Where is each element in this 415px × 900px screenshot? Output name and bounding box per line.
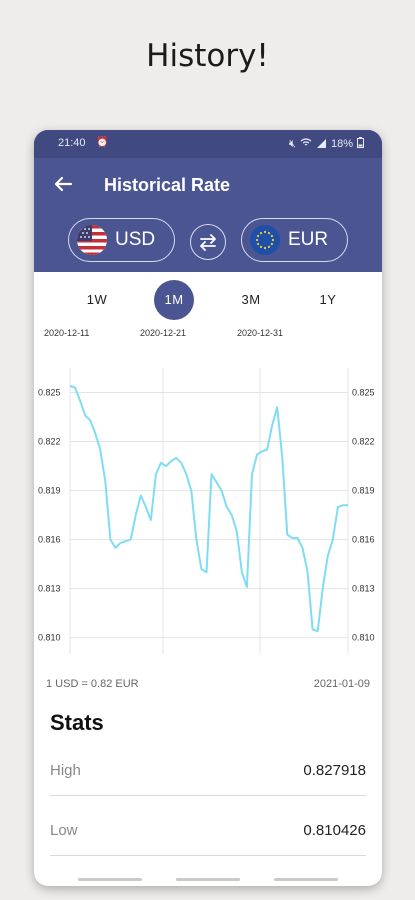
rate-line-series [69, 385, 348, 633]
to-currency-button[interactable]: EUR [241, 218, 348, 262]
y-tick-label-left: 0.810 [38, 633, 61, 643]
range-1y[interactable]: 1Y [308, 280, 348, 320]
swap-arrows-icon [200, 234, 216, 251]
rate-summary: 1 USD = 0.82 EUR [46, 678, 139, 690]
stat-value: 0.810426 [303, 822, 366, 839]
status-icons: 🔇︎ 18% [289, 137, 364, 151]
eu-flag-icon [250, 225, 280, 255]
gesture-bar [34, 874, 382, 886]
x-tick-label: 2020-12-11 [44, 328, 89, 338]
app-bar: 21:40 ⏰ 🔇︎ 18% Historical Rate USD EUR [34, 130, 382, 272]
y-tick-label-right: 0.819 [352, 486, 375, 496]
x-tick-label: 2020-12-31 [237, 328, 283, 338]
y-tick-label-left: 0.822 [38, 437, 61, 447]
stats-title: Stats [50, 710, 104, 735]
battery-level: 18% [330, 138, 353, 150]
y-tick-label-left: 0.816 [38, 535, 61, 545]
battery-icon [357, 137, 364, 151]
status-time: 21:40 [58, 137, 86, 149]
signal-icon [316, 138, 327, 151]
y-tick-label-left: 0.825 [38, 388, 61, 398]
last-update-date: 2021-01-09 [313, 678, 370, 690]
phone-frame: 21:40 ⏰ 🔇︎ 18% Historical Rate USD EUR 1… [34, 130, 382, 886]
from-currency-button[interactable]: USD [68, 218, 175, 262]
y-tick-label-left: 0.813 [38, 584, 61, 594]
nav-back-indicator[interactable] [274, 878, 338, 881]
nav-recents-indicator[interactable] [78, 878, 142, 881]
us-flag-icon [77, 225, 107, 255]
mute-icon: 🔇︎ [289, 137, 296, 150]
range-1w[interactable]: 1W [77, 280, 117, 320]
stat-row-high: High 0.827918 [50, 750, 366, 796]
y-tick-label-right: 0.816 [352, 535, 375, 545]
stat-label: Low [50, 822, 78, 839]
swap-currencies-button[interactable] [190, 224, 226, 260]
stat-value: 0.827918 [303, 762, 366, 779]
nav-home-indicator[interactable] [176, 878, 240, 881]
title-bar: Historical Rate [34, 170, 382, 200]
headline: History! [146, 38, 269, 74]
y-tick-label-left: 0.819 [38, 486, 61, 496]
stat-row-low: Low 0.810426 [50, 810, 366, 856]
to-currency-code: EUR [288, 229, 329, 250]
arrow-left-icon [54, 176, 73, 192]
stat-label: High [50, 762, 81, 779]
status-bar: 21:40 ⏰ 🔇︎ 18% [34, 130, 382, 158]
alarm-icon: ⏰ [96, 137, 109, 148]
y-tick-label-right: 0.810 [352, 633, 375, 643]
rate-history-chart: 2020-12-11 2020-12-21 2020-12-31 0.825 0.825… [38, 328, 375, 654]
back-button[interactable] [52, 173, 74, 195]
wifi-icon [300, 137, 312, 151]
y-tick-label-right: 0.822 [352, 437, 375, 447]
y-tick-label-right: 0.813 [352, 584, 375, 594]
range-selector: 1W 1M 3M 1Y [34, 280, 382, 320]
from-currency-code: USD [115, 229, 156, 250]
x-tick-label: 2020-12-21 [140, 328, 186, 338]
range-3m[interactable]: 3M [231, 280, 271, 320]
y-tick-label-right: 0.825 [352, 388, 375, 398]
page-title: Historical Rate [104, 175, 231, 195]
range-1m[interactable]: 1M [154, 280, 194, 320]
